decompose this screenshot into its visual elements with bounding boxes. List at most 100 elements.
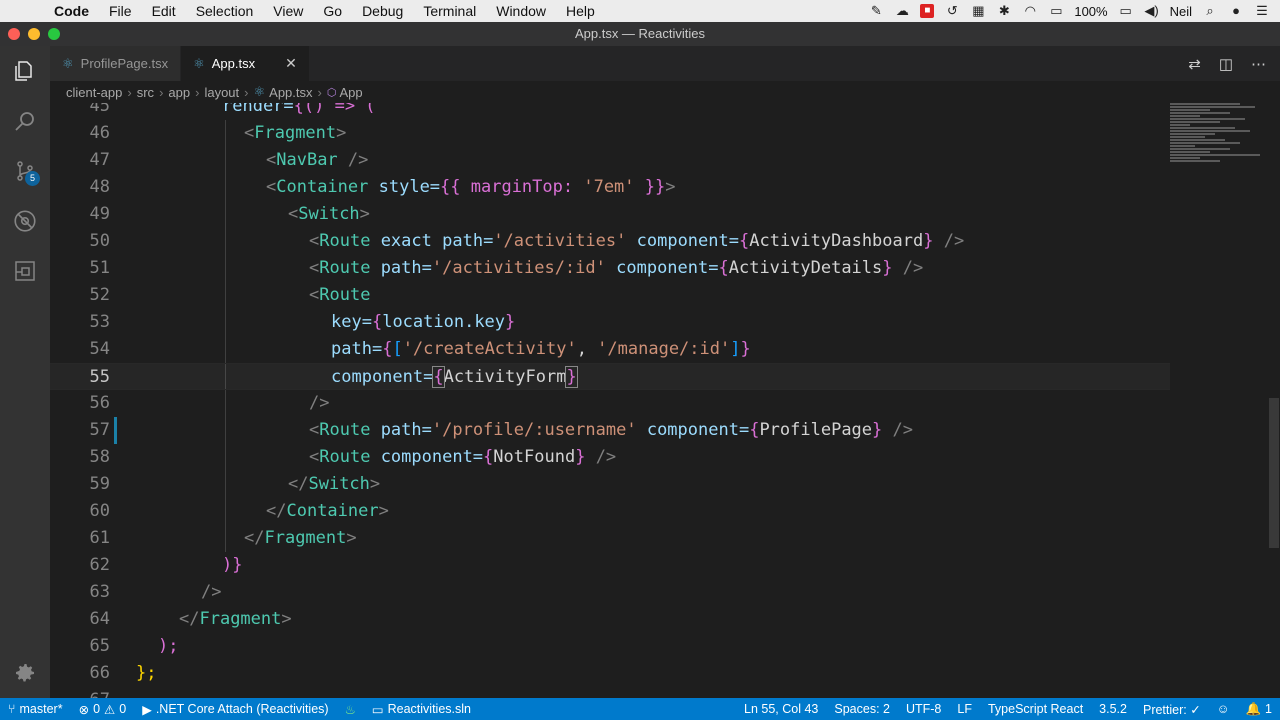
menu-selection[interactable]: Selection <box>186 3 264 19</box>
code-line: 47 <NavBar /> <box>50 147 1170 174</box>
typescript-version[interactable]: 3.5.2 <box>1091 702 1135 717</box>
breadcrumb: client-app › src › app › layout › ⚛ App.tsx ›… <box>50 81 1280 103</box>
code-line-current: 55 component={ActivityForm} <box>50 363 1170 390</box>
menu-app-name[interactable]: Code <box>44 3 99 19</box>
prettier-status[interactable]: Prettier: ✓ <box>1135 702 1209 717</box>
indentation-status[interactable]: Spaces: 2 <box>826 702 898 717</box>
editor-scrollbar[interactable] <box>1266 103 1280 698</box>
code-line: 58 <Route component={NotFound} /> <box>50 444 1170 471</box>
code-token: location.key <box>382 312 506 332</box>
record-icon[interactable]: ■ <box>920 4 935 18</box>
line-number: 67 <box>50 687 110 698</box>
code-line: 56 /> <box>50 390 1170 417</box>
code-token: '/activities/:id' <box>431 258 606 278</box>
bluetooth-icon[interactable]: ✱ <box>996 4 1012 18</box>
settings-gear-icon[interactable] <box>0 648 50 698</box>
fullscreen-window-button[interactable] <box>48 28 60 40</box>
airplay-icon[interactable]: ▭ <box>1048 4 1064 18</box>
menu-view[interactable]: View <box>263 3 313 19</box>
notification-center-icon[interactable]: ☰ <box>1254 4 1270 18</box>
language-mode[interactable]: TypeScript React <box>980 702 1091 717</box>
status-bar: ⑂ master* ⊗ 0 ⚠ 0 ▶ .NET Core Attach (Reactiv… <box>0 698 1280 720</box>
user-name[interactable]: Neil <box>1170 4 1192 19</box>
menu-window[interactable]: Window <box>486 3 556 19</box>
battery-percent[interactable]: 100% <box>1074 4 1107 19</box>
tab-profilepage[interactable]: ⚛ ProfilePage.tsx <box>50 46 182 81</box>
pen-icon[interactable]: ✎ <box>868 4 884 18</box>
volume-icon[interactable]: ◀) <box>1144 4 1160 18</box>
menu-help[interactable]: Help <box>556 3 605 19</box>
symbol-icon: ⬡ <box>326 86 337 99</box>
breadcrumb-item[interactable]: App <box>339 85 362 100</box>
debug-icon[interactable] <box>0 196 50 246</box>
code-line: 61 </Fragment> <box>50 525 1170 552</box>
macos-menu-bar: Code File Edit Selection View Go Debug T… <box>0 0 1280 22</box>
code-token: /> <box>902 258 924 278</box>
close-tab-icon[interactable]: ✕ <box>285 55 297 72</box>
breadcrumb-item[interactable]: layout <box>204 85 239 100</box>
close-window-button[interactable] <box>8 28 20 40</box>
play-icon: ▶ <box>142 702 152 717</box>
line-number: 56 <box>89 393 110 413</box>
spotlight-search-icon[interactable]: ⌕ <box>1202 4 1218 18</box>
code-token: /> <box>347 150 369 170</box>
code-token: /> <box>309 393 330 413</box>
code-token: component= <box>646 420 750 440</box>
encoding-status[interactable]: UTF-8 <box>898 702 949 717</box>
window-manager-icon[interactable]: ▦ <box>970 4 986 18</box>
feedback-icon[interactable]: ☺ <box>1209 702 1238 717</box>
menu-terminal[interactable]: Terminal <box>413 3 486 19</box>
code-token: }; <box>136 663 157 683</box>
breadcrumb-item[interactable]: src <box>137 85 154 100</box>
split-editor-icon[interactable]: ◫ <box>1219 55 1233 73</box>
notification-count: 1 <box>1265 702 1272 716</box>
minimize-window-button[interactable] <box>28 28 40 40</box>
git-branch-status[interactable]: ⑂ master* <box>0 702 71 716</box>
menu-go[interactable]: Go <box>313 3 352 19</box>
folder-icon: ▭ <box>371 702 384 717</box>
source-control-icon[interactable]: 5 <box>0 146 50 196</box>
problems-status[interactable]: ⊗ 0 ⚠ 0 <box>71 702 135 717</box>
tab-app[interactable]: ⚛ App.tsx ✕ <box>181 46 310 81</box>
code-token: }} <box>634 177 666 197</box>
line-number: 58 <box>89 447 110 467</box>
react-file-icon: ⚛ <box>62 55 74 71</box>
solution-status[interactable]: ▭ Reactivities.sln <box>364 702 479 717</box>
code-token: path= <box>331 339 383 359</box>
cloud-icon[interactable]: ☁ <box>894 4 910 18</box>
breadcrumb-item[interactable]: client-app <box>66 85 122 100</box>
code-token: /> <box>201 582 222 602</box>
code-line: 46 <Fragment> <box>50 120 1170 147</box>
code-token: Switch <box>308 474 370 494</box>
code-line: 50 <Route exact path='/activities' compon… <box>50 228 1170 255</box>
menubar-status-area: ✎ ☁ ■ ↺ ▦ ✱ ◠ ▭ 100% ▭ ◀) Neil ⌕ ● ☰ <box>868 4 1280 19</box>
line-number: 54 <box>89 339 110 359</box>
open-changes-icon[interactable]: ⇄ <box>1188 55 1201 73</box>
eol-status[interactable]: LF <box>949 702 980 717</box>
notifications-status[interactable]: 🔔 1 <box>1237 702 1280 717</box>
code-token: path= <box>442 231 494 251</box>
search-icon[interactable] <box>0 96 50 146</box>
cursor-position[interactable]: Ln 55, Col 43 <box>736 702 826 717</box>
menu-debug[interactable]: Debug <box>352 3 413 19</box>
siri-icon[interactable]: ● <box>1228 4 1244 18</box>
time-machine-icon[interactable]: ↺ <box>944 4 960 18</box>
wifi-icon[interactable]: ◠ <box>1022 4 1038 18</box>
menu-edit[interactable]: Edit <box>142 3 186 19</box>
code-editor[interactable]: 45 render={() => ( 46 <Fragment> 47 <NavBar… <box>50 103 1280 698</box>
code-line: 49 <Switch> <box>50 201 1170 228</box>
debug-target-status[interactable]: ▶ .NET Core Attach (Reactivities) <box>134 702 336 717</box>
battery-icon[interactable]: ▭ <box>1118 4 1134 18</box>
extensions-icon[interactable] <box>0 246 50 296</box>
live-share-status[interactable]: ♨ <box>337 702 364 717</box>
breadcrumb-item[interactable]: App.tsx <box>269 85 312 100</box>
breadcrumb-item[interactable]: app <box>168 85 190 100</box>
code-line: 63 /> <box>50 579 1170 606</box>
menu-file[interactable]: File <box>99 3 142 19</box>
code-line: 67 <box>50 687 1170 698</box>
scrollbar-thumb[interactable] <box>1269 398 1279 548</box>
explorer-icon[interactable] <box>0 46 50 96</box>
line-number: 63 <box>89 582 110 602</box>
minimap[interactable] <box>1170 103 1270 243</box>
more-actions-icon[interactable]: ⋯ <box>1251 55 1266 73</box>
